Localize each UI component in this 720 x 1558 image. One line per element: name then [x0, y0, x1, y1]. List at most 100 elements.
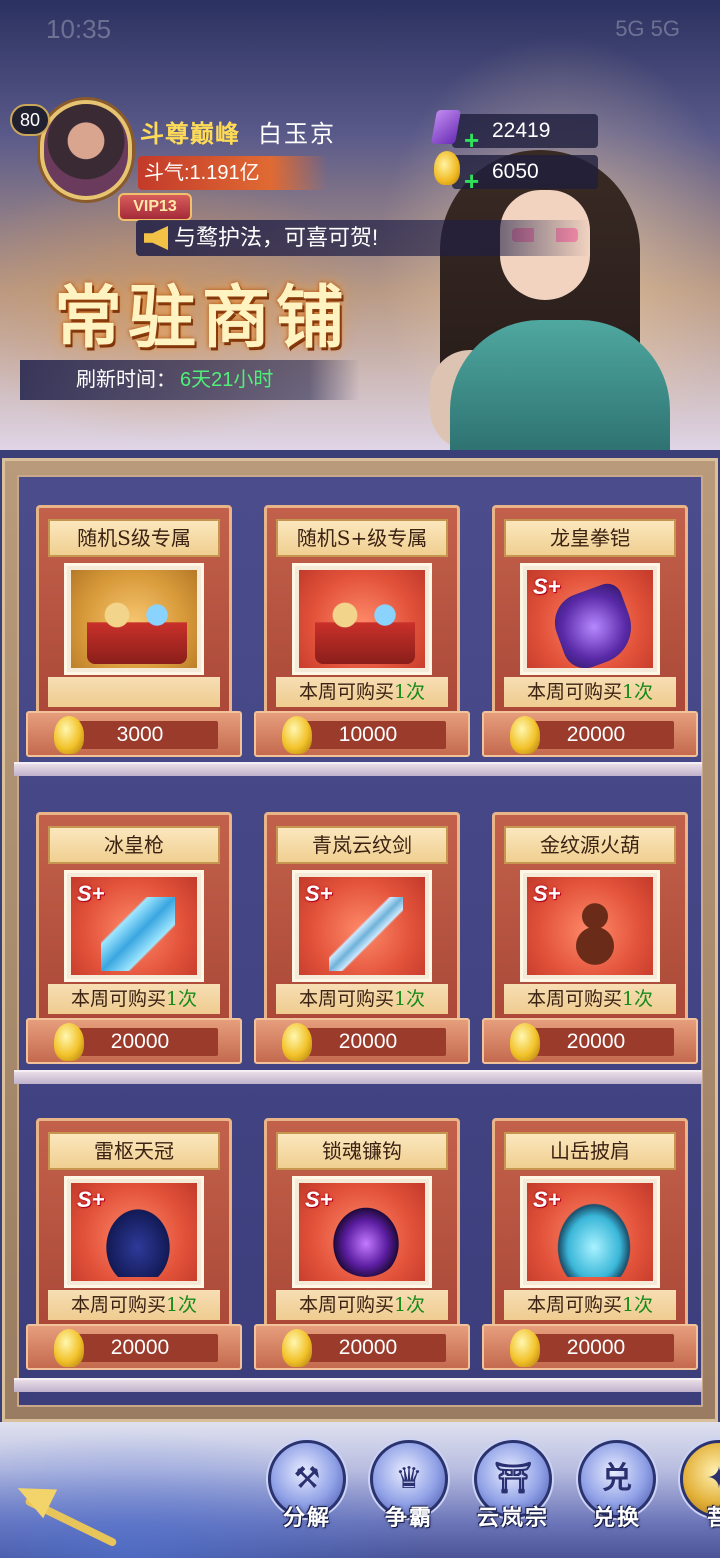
refresh-value: 6天21小时: [180, 369, 274, 391]
gem-currency: + 22419: [431, 110, 598, 153]
item-art: [64, 563, 204, 675]
shelf-divider: [14, 762, 702, 776]
item-price: 20000: [62, 1028, 218, 1056]
shop-item[interactable]: 随机S+级专属 本周可购买1次 10000: [254, 505, 470, 759]
gold-ingot-icon: [54, 716, 84, 754]
item-art: S+: [64, 1176, 204, 1288]
item-name: 金纹源火葫: [504, 826, 676, 864]
item-name: 雷枢天冠: [48, 1132, 220, 1170]
purchase-limit: [48, 677, 220, 707]
fire-gourd-icon: [563, 897, 627, 971]
item-price: 3000: [62, 721, 218, 749]
nav-decompose-button[interactable]: ⚒ 分解: [264, 1440, 350, 1550]
purchase-limit: 本周可购买1次: [504, 1290, 676, 1320]
item-art: S+: [64, 870, 204, 982]
grade-badge: S+: [305, 1187, 333, 1212]
random-splus-chest-icon: [315, 594, 415, 664]
add-gems-button[interactable]: +: [464, 127, 479, 153]
purchase-limit: 本周可购买1次: [504, 984, 676, 1014]
gem-amount: 22419: [492, 119, 551, 142]
shelf-divider: [14, 1070, 702, 1084]
shop-item[interactable]: 随机S级专属 3000: [26, 505, 242, 759]
announcement-text: 与鹜护法，可喜可贺!: [174, 225, 379, 250]
thunder-crown-icon: [101, 1203, 175, 1277]
shop-item[interactable]: 冰皇枪 S+ 本周可购买1次 20000: [26, 812, 242, 1066]
status-time: 10:35: [46, 14, 112, 44]
price-button[interactable]: 20000: [26, 1018, 242, 1064]
refresh-label: 刷新时间：: [76, 369, 176, 391]
shop-item[interactable]: 龙皇拳铠 S+ 本周可购买1次 20000: [482, 505, 698, 759]
gold-ingot-icon: [510, 1329, 540, 1367]
price-button[interactable]: 20000: [254, 1324, 470, 1370]
status-bar: 10:35 5G 5G: [40, 10, 680, 50]
item-price: 20000: [518, 721, 674, 749]
shop-header: 10:35 5G 5G 80 VIP13 斗尊巅峰 白玉京 斗气:1.191亿 …: [0, 0, 720, 450]
gold-ingot-icon: [54, 1329, 84, 1367]
nav-exchange-button[interactable]: 兑 兑换: [574, 1440, 660, 1550]
gold-ingot-icon: [434, 151, 464, 191]
player-name: 白玉京: [258, 121, 336, 148]
shop-item[interactable]: 雷枢天冠 S+ 本周可购买1次 20000: [26, 1118, 242, 1372]
price-button[interactable]: 20000: [482, 1018, 698, 1064]
back-arrow-icon[interactable]: [10, 1462, 126, 1548]
soul-sickle-icon: [329, 1203, 403, 1277]
gold-ingot-icon: [282, 1023, 312, 1061]
item-art: S+: [292, 870, 432, 982]
price-button[interactable]: 20000: [254, 1018, 470, 1064]
item-art: S+: [520, 563, 660, 675]
nav-label: 争霸: [384, 1505, 433, 1531]
announcement-marquee: 与鹜护法，可喜可贺!: [136, 220, 590, 256]
shop-item[interactable]: 青岚云纹剑 S+ 本周可购买1次 20000: [254, 812, 470, 1066]
item-price: 20000: [518, 1028, 674, 1056]
gold-ingot-icon: [54, 1023, 84, 1061]
ice-spear-icon: [101, 897, 175, 971]
mountain-pauldron-icon: [557, 1203, 631, 1277]
item-name: 山岳披肩: [504, 1132, 676, 1170]
price-button[interactable]: 20000: [482, 711, 698, 757]
price-button[interactable]: 20000: [482, 1324, 698, 1370]
avatar: [40, 100, 132, 200]
item-name: 龙皇拳铠: [504, 519, 676, 557]
grade-badge: S+: [533, 574, 561, 599]
price-button[interactable]: 10000: [254, 711, 470, 757]
purchase-limit: 本周可购买1次: [276, 984, 448, 1014]
status-signal: 5G 5G: [615, 16, 680, 41]
add-gold-button[interactable]: +: [464, 168, 479, 194]
price-button[interactable]: 3000: [26, 711, 242, 757]
item-art: S+: [520, 870, 660, 982]
item-art: [292, 563, 432, 675]
nav-label: 分解: [282, 1505, 331, 1531]
bottom-nav: ⚒ 分解 ♛ 争霸 ⛩ 云岚宗 兑 兑换 ✦ 菩: [0, 1422, 720, 1558]
purchase-limit: 本周可购买1次: [276, 1290, 448, 1320]
item-art: S+: [292, 1176, 432, 1288]
item-price: 20000: [62, 1334, 218, 1362]
gold-ingot-icon: [282, 716, 312, 754]
random-s-chest-icon: [87, 594, 187, 664]
hero-character-illustration: [410, 150, 720, 450]
nav-contest-button[interactable]: ♛ 争霸: [366, 1440, 452, 1550]
item-name: 随机S+级专属: [276, 519, 448, 557]
shop-item[interactable]: 金纹源火葫 S+ 本周可购买1次 20000: [482, 812, 698, 1066]
purchase-limit: 本周可购买1次: [48, 1290, 220, 1320]
item-price: 20000: [290, 1028, 446, 1056]
shop-item[interactable]: 锁魂镰钩 S+ 本周可购买1次 20000: [254, 1118, 470, 1372]
page-title: 常驻商铺: [54, 278, 351, 358]
speaker-icon: [144, 226, 168, 250]
player-avatar[interactable]: [40, 100, 140, 208]
price-button[interactable]: 20000: [26, 1324, 242, 1370]
nav-sect-button[interactable]: ⛩ 云岚宗: [470, 1440, 556, 1550]
nav-label: 兑换: [592, 1505, 641, 1531]
shop-item[interactable]: 山岳披肩 S+ 本周可购买1次 20000: [482, 1118, 698, 1372]
item-price: 10000: [290, 721, 446, 749]
nav-partial-button[interactable]: ✦ 菩: [676, 1440, 720, 1550]
item-art: S+: [520, 1176, 660, 1288]
gold-currency: + 6050: [434, 151, 598, 194]
vip-badge[interactable]: VIP13: [118, 193, 192, 221]
nav-label: 菩: [706, 1505, 720, 1531]
item-name: 随机S级专属: [48, 519, 220, 557]
nav-label: 云岚宗: [476, 1505, 549, 1531]
gold-ingot-icon: [282, 1329, 312, 1367]
player-power: 斗气:1.191亿: [138, 156, 328, 190]
cloud-sword-icon: [329, 897, 403, 971]
player-level-badge: 80: [10, 104, 50, 136]
